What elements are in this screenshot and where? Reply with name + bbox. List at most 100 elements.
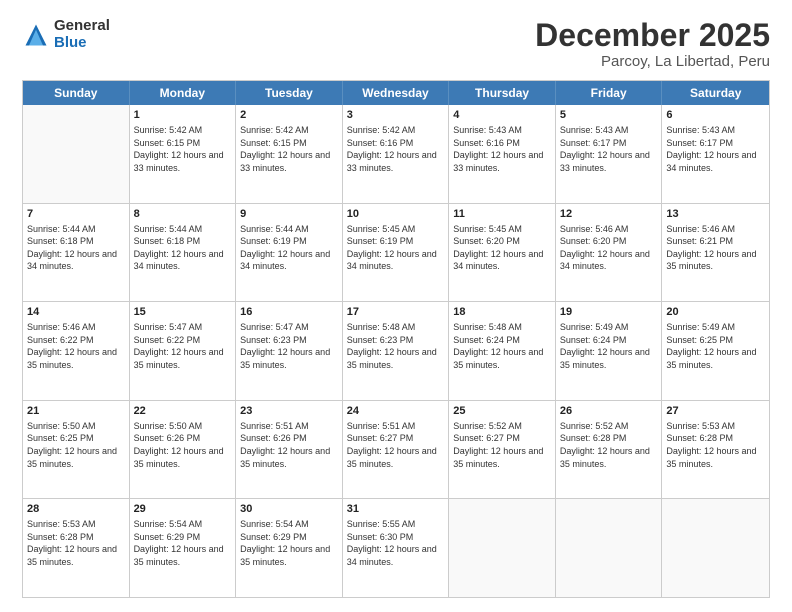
page-title: December 2025 [535, 18, 770, 53]
day-number: 10 [347, 207, 445, 222]
cell-info: Sunrise: 5:44 AM Sunset: 6:18 PM Dayligh… [134, 223, 232, 273]
header: General Blue December 2025 Parcoy, La Li… [22, 18, 770, 70]
day-number: 3 [347, 108, 445, 123]
day-number: 17 [347, 305, 445, 320]
calendar-cell-4-2: 22Sunrise: 5:50 AM Sunset: 6:26 PM Dayli… [130, 401, 237, 499]
day-number: 13 [666, 207, 765, 222]
calendar-cell-5-1: 28Sunrise: 5:53 AM Sunset: 6:28 PM Dayli… [23, 499, 130, 597]
day-number: 25 [453, 404, 551, 419]
calendar-week-5: 28Sunrise: 5:53 AM Sunset: 6:28 PM Dayli… [23, 499, 769, 597]
cell-info: Sunrise: 5:50 AM Sunset: 6:26 PM Dayligh… [134, 420, 232, 470]
cell-info: Sunrise: 5:46 AM Sunset: 6:20 PM Dayligh… [560, 223, 658, 273]
cell-info: Sunrise: 5:51 AM Sunset: 6:27 PM Dayligh… [347, 420, 445, 470]
cell-info: Sunrise: 5:43 AM Sunset: 6:17 PM Dayligh… [666, 124, 765, 174]
cell-info: Sunrise: 5:53 AM Sunset: 6:28 PM Dayligh… [666, 420, 765, 470]
calendar-cell-5-2: 29Sunrise: 5:54 AM Sunset: 6:29 PM Dayli… [130, 499, 237, 597]
calendar-week-1: 1Sunrise: 5:42 AM Sunset: 6:15 PM Daylig… [23, 105, 769, 204]
calendar-cell-1-4: 3Sunrise: 5:42 AM Sunset: 6:16 PM Daylig… [343, 105, 450, 203]
title-block: December 2025 Parcoy, La Libertad, Peru [535, 18, 770, 70]
calendar-cell-4-4: 24Sunrise: 5:51 AM Sunset: 6:27 PM Dayli… [343, 401, 450, 499]
cell-info: Sunrise: 5:42 AM Sunset: 6:15 PM Dayligh… [240, 124, 338, 174]
day-number: 8 [134, 207, 232, 222]
calendar-cell-1-7: 6Sunrise: 5:43 AM Sunset: 6:17 PM Daylig… [662, 105, 769, 203]
header-day-sunday: Sunday [23, 81, 130, 105]
cell-info: Sunrise: 5:42 AM Sunset: 6:15 PM Dayligh… [134, 124, 232, 174]
header-day-wednesday: Wednesday [343, 81, 450, 105]
day-number: 1 [134, 108, 232, 123]
calendar-cell-5-6 [556, 499, 663, 597]
calendar-cell-1-5: 4Sunrise: 5:43 AM Sunset: 6:16 PM Daylig… [449, 105, 556, 203]
day-number: 12 [560, 207, 658, 222]
calendar-cell-4-1: 21Sunrise: 5:50 AM Sunset: 6:25 PM Dayli… [23, 401, 130, 499]
day-number: 18 [453, 305, 551, 320]
cell-info: Sunrise: 5:49 AM Sunset: 6:24 PM Dayligh… [560, 321, 658, 371]
calendar-week-2: 7Sunrise: 5:44 AM Sunset: 6:18 PM Daylig… [23, 204, 769, 303]
cell-info: Sunrise: 5:48 AM Sunset: 6:23 PM Dayligh… [347, 321, 445, 371]
calendar-cell-1-3: 2Sunrise: 5:42 AM Sunset: 6:15 PM Daylig… [236, 105, 343, 203]
cell-info: Sunrise: 5:54 AM Sunset: 6:29 PM Dayligh… [240, 518, 338, 568]
day-number: 20 [666, 305, 765, 320]
calendar-cell-2-4: 10Sunrise: 5:45 AM Sunset: 6:19 PM Dayli… [343, 204, 450, 302]
cell-info: Sunrise: 5:43 AM Sunset: 6:17 PM Dayligh… [560, 124, 658, 174]
cell-info: Sunrise: 5:49 AM Sunset: 6:25 PM Dayligh… [666, 321, 765, 371]
cell-info: Sunrise: 5:46 AM Sunset: 6:21 PM Dayligh… [666, 223, 765, 273]
logo-general-text: General [54, 18, 110, 35]
calendar-cell-3-4: 17Sunrise: 5:48 AM Sunset: 6:23 PM Dayli… [343, 302, 450, 400]
cell-info: Sunrise: 5:45 AM Sunset: 6:19 PM Dayligh… [347, 223, 445, 273]
logo-icon [22, 21, 50, 49]
page-subtitle: Parcoy, La Libertad, Peru [535, 53, 770, 70]
day-number: 14 [27, 305, 125, 320]
header-day-tuesday: Tuesday [236, 81, 343, 105]
logo: General Blue [22, 18, 110, 51]
cell-info: Sunrise: 5:54 AM Sunset: 6:29 PM Dayligh… [134, 518, 232, 568]
day-number: 31 [347, 502, 445, 517]
logo-blue-text: Blue [54, 35, 110, 52]
cell-info: Sunrise: 5:52 AM Sunset: 6:28 PM Dayligh… [560, 420, 658, 470]
day-number: 19 [560, 305, 658, 320]
day-number: 7 [27, 207, 125, 222]
cell-info: Sunrise: 5:45 AM Sunset: 6:20 PM Dayligh… [453, 223, 551, 273]
cell-info: Sunrise: 5:55 AM Sunset: 6:30 PM Dayligh… [347, 518, 445, 568]
calendar-cell-3-5: 18Sunrise: 5:48 AM Sunset: 6:24 PM Dayli… [449, 302, 556, 400]
day-number: 30 [240, 502, 338, 517]
day-number: 16 [240, 305, 338, 320]
calendar-cell-1-2: 1Sunrise: 5:42 AM Sunset: 6:15 PM Daylig… [130, 105, 237, 203]
calendar-cell-5-3: 30Sunrise: 5:54 AM Sunset: 6:29 PM Dayli… [236, 499, 343, 597]
cell-info: Sunrise: 5:53 AM Sunset: 6:28 PM Dayligh… [27, 518, 125, 568]
day-number: 6 [666, 108, 765, 123]
calendar-cell-5-5 [449, 499, 556, 597]
calendar-cell-3-1: 14Sunrise: 5:46 AM Sunset: 6:22 PM Dayli… [23, 302, 130, 400]
day-number: 15 [134, 305, 232, 320]
day-number: 29 [134, 502, 232, 517]
calendar-cell-2-3: 9Sunrise: 5:44 AM Sunset: 6:19 PM Daylig… [236, 204, 343, 302]
cell-info: Sunrise: 5:44 AM Sunset: 6:18 PM Dayligh… [27, 223, 125, 273]
calendar-cell-4-3: 23Sunrise: 5:51 AM Sunset: 6:26 PM Dayli… [236, 401, 343, 499]
calendar-cell-2-7: 13Sunrise: 5:46 AM Sunset: 6:21 PM Dayli… [662, 204, 769, 302]
calendar-body: 1Sunrise: 5:42 AM Sunset: 6:15 PM Daylig… [23, 105, 769, 597]
calendar-cell-3-6: 19Sunrise: 5:49 AM Sunset: 6:24 PM Dayli… [556, 302, 663, 400]
day-number: 11 [453, 207, 551, 222]
cell-info: Sunrise: 5:47 AM Sunset: 6:23 PM Dayligh… [240, 321, 338, 371]
calendar-cell-5-7 [662, 499, 769, 597]
header-day-friday: Friday [556, 81, 663, 105]
cell-info: Sunrise: 5:51 AM Sunset: 6:26 PM Dayligh… [240, 420, 338, 470]
calendar-cell-2-1: 7Sunrise: 5:44 AM Sunset: 6:18 PM Daylig… [23, 204, 130, 302]
logo-text: General Blue [54, 18, 110, 51]
day-number: 4 [453, 108, 551, 123]
cell-info: Sunrise: 5:43 AM Sunset: 6:16 PM Dayligh… [453, 124, 551, 174]
calendar-cell-3-2: 15Sunrise: 5:47 AM Sunset: 6:22 PM Dayli… [130, 302, 237, 400]
calendar-header: SundayMondayTuesdayWednesdayThursdayFrid… [23, 81, 769, 105]
calendar: SundayMondayTuesdayWednesdayThursdayFrid… [22, 80, 770, 598]
day-number: 21 [27, 404, 125, 419]
cell-info: Sunrise: 5:48 AM Sunset: 6:24 PM Dayligh… [453, 321, 551, 371]
calendar-cell-5-4: 31Sunrise: 5:55 AM Sunset: 6:30 PM Dayli… [343, 499, 450, 597]
calendar-cell-4-7: 27Sunrise: 5:53 AM Sunset: 6:28 PM Dayli… [662, 401, 769, 499]
calendar-cell-4-6: 26Sunrise: 5:52 AM Sunset: 6:28 PM Dayli… [556, 401, 663, 499]
cell-info: Sunrise: 5:50 AM Sunset: 6:25 PM Dayligh… [27, 420, 125, 470]
day-number: 9 [240, 207, 338, 222]
calendar-cell-3-7: 20Sunrise: 5:49 AM Sunset: 6:25 PM Dayli… [662, 302, 769, 400]
cell-info: Sunrise: 5:42 AM Sunset: 6:16 PM Dayligh… [347, 124, 445, 174]
calendar-week-4: 21Sunrise: 5:50 AM Sunset: 6:25 PM Dayli… [23, 401, 769, 500]
header-day-saturday: Saturday [662, 81, 769, 105]
day-number: 27 [666, 404, 765, 419]
